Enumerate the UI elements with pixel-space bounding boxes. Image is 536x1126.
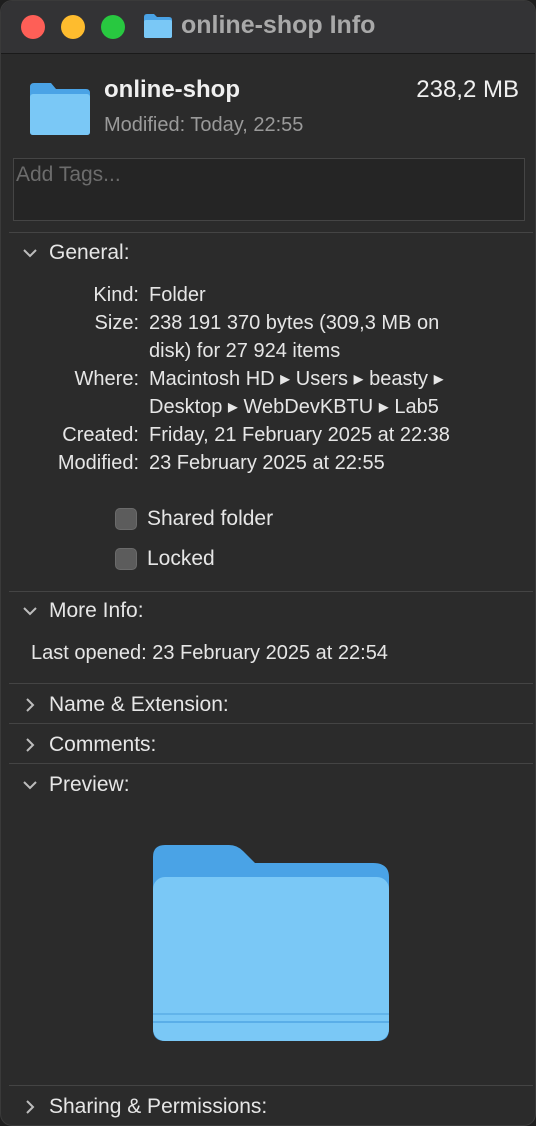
tags-input[interactable] [14,159,498,191]
divider [9,723,533,724]
window-title: online-shop Info [181,11,376,39]
size-value-line1: 238 191 370 bytes (309,3 MB on [149,312,440,334]
item-modified: Modified: Today, 22:55 [104,114,304,136]
minimize-button[interactable] [61,15,85,39]
chevron-down-icon [23,249,37,258]
shared-folder-checkbox[interactable] [115,508,137,530]
kind-row: Kind: Folder [1,281,535,309]
section-general-label: General: [49,241,130,264]
created-value: Friday, 21 February 2025 at 22:38 [149,424,450,446]
folder-icon [144,14,172,38]
info-window: online-shop Info online-shop 238,2 MB Mo… [0,0,536,1126]
section-preview-label: Preview: [49,773,130,796]
chevron-down-icon [23,607,37,616]
section-general[interactable]: General: [21,239,130,267]
where-row: Where: Macintosh HD ▸ Users ▸ beasty ▸ D… [1,365,535,421]
created-label: Created: [62,424,139,446]
last-opened: Last opened: 23 February 2025 at 22:54 [31,642,388,664]
divider [9,763,533,764]
chevron-right-icon [26,738,35,752]
modified-value: 23 February 2025 at 22:55 [149,452,385,474]
where-value-line2: Desktop ▸ WebDevKBTU ▸ Lab5 [149,396,439,418]
close-button[interactable] [21,15,45,39]
size-label: Size: [94,312,139,334]
chevron-right-icon [26,698,35,712]
section-comments-label: Comments: [49,733,157,756]
item-size: 238,2 MB [416,76,519,103]
size-row: Size: 238 191 370 bytes (309,3 MB on dis… [1,309,535,365]
created-row: Created: Friday, 21 February 2025 at 22:… [1,421,535,449]
divider [9,232,533,233]
section-more-info-label: More Info: [49,599,144,622]
shared-folder-label: Shared folder [147,507,274,530]
item-name: online-shop [104,76,240,103]
section-name-extension-label: Name & Extension: [49,693,229,716]
locked-label: Locked [147,547,215,570]
divider [9,1085,533,1086]
modified-row: Modified: 23 February 2025 at 22:55 [1,449,535,477]
where-value-line1: Macintosh HD ▸ Users ▸ beasty ▸ [149,368,444,390]
section-comments[interactable]: Comments: [21,731,156,759]
divider [9,683,533,684]
section-name-extension[interactable]: Name & Extension: [21,691,229,719]
locked-checkbox-row[interactable]: Locked [115,547,215,571]
section-more-info[interactable]: More Info: [21,597,144,625]
section-preview[interactable]: Preview: [21,771,130,799]
section-sharing-permissions-label: Sharing & Permissions: [49,1095,268,1118]
zoom-button[interactable] [101,15,125,39]
folder-preview-icon [153,845,389,1041]
where-label: Where: [74,368,139,390]
locked-checkbox[interactable] [115,548,137,570]
title-bar: online-shop Info [1,1,535,54]
tags-field-container [13,158,525,221]
divider [9,591,533,592]
kind-label: Kind: [93,284,139,306]
chevron-down-icon [23,781,37,790]
modified-label: Modified: [57,452,139,474]
size-value-line2: disk) for 27 924 items [149,340,341,362]
kind-value: Folder [149,284,206,306]
chevron-right-icon [26,1100,35,1114]
shared-folder-checkbox-row[interactable]: Shared folder [115,507,273,531]
section-sharing-permissions[interactable]: Sharing & Permissions: [21,1093,267,1121]
folder-icon [30,83,90,135]
